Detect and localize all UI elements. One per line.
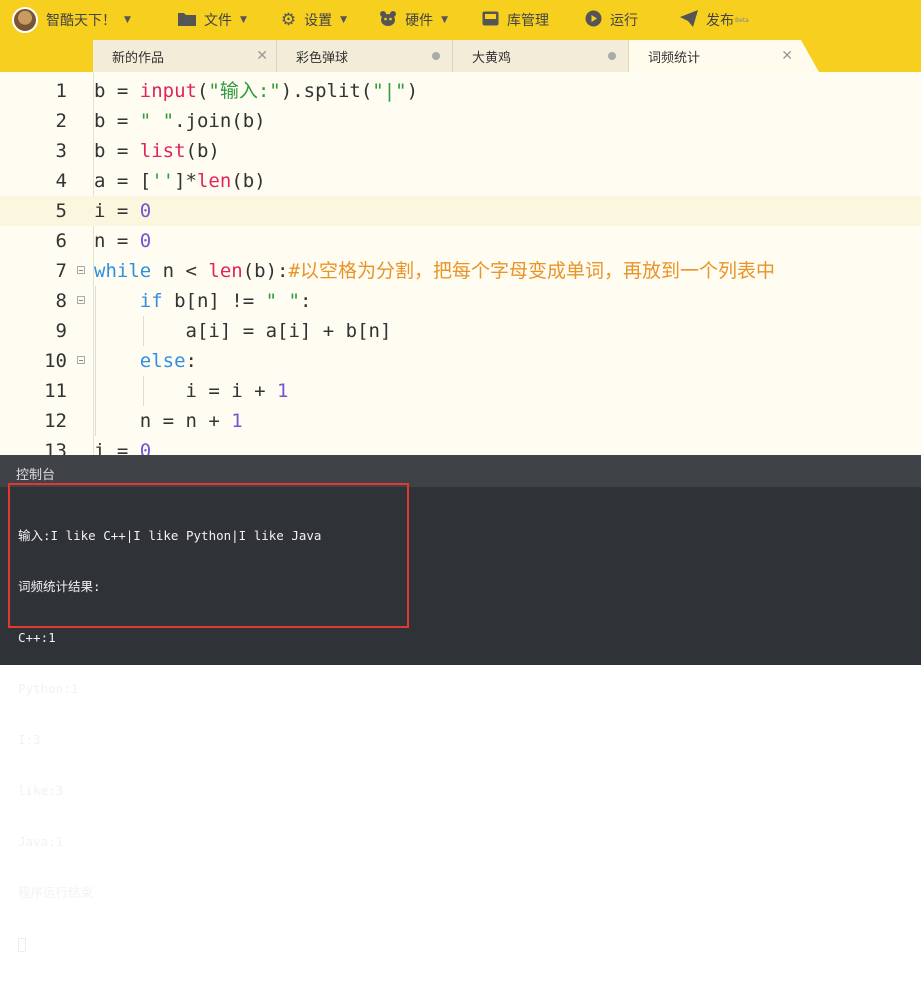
code-text: b = list(b): [94, 140, 220, 162]
code-line[interactable]: 10 else:: [0, 346, 921, 376]
code-text: i = 0: [94, 440, 152, 455]
robot-icon: [379, 10, 397, 30]
file-menu-label: 文件: [204, 13, 232, 29]
line-number: 4: [55, 170, 67, 192]
console-line: C++:1: [18, 630, 56, 645]
tab-label: 大黄鸡: [472, 50, 512, 66]
tab-label: 词频统计: [648, 50, 701, 66]
library-manager-button[interactable]: 库管理: [472, 0, 559, 40]
code-line[interactable]: 7 while n < len(b):#以空格为分割，把每个字母变成单词，再放到…: [0, 256, 921, 286]
close-icon[interactable]: ✕: [781, 48, 793, 64]
line-number: 7: [55, 260, 67, 282]
user-menu[interactable]: 智酷天下！ ▼: [0, 0, 146, 40]
line-number: 12: [44, 410, 67, 432]
chevron-down-icon: ▼: [340, 15, 348, 25]
line-number: 9: [55, 320, 67, 342]
publish-label: 发布: [706, 13, 735, 29]
fold-toggle-icon[interactable]: [77, 266, 85, 274]
library-manager-label: 库管理: [507, 13, 550, 29]
code-line[interactable]: 6 n = 0: [0, 226, 921, 256]
highlight-box: [8, 483, 409, 628]
hardware-menu-label: 硬件: [405, 13, 434, 29]
chevron-down-icon: ▼: [441, 15, 449, 25]
gear-icon: ⚙: [280, 9, 297, 30]
line-number: 2: [55, 110, 67, 132]
fold-toggle-icon[interactable]: [77, 296, 85, 304]
close-icon[interactable]: ✕: [256, 48, 268, 64]
code-line-current[interactable]: 5 i = 0: [0, 196, 921, 226]
inbox-icon: [482, 11, 499, 30]
line-number: 3: [55, 140, 67, 162]
file-menu[interactable]: 文件 ▼: [168, 0, 257, 40]
tab-word-frequency[interactable]: 词频统计 ✕: [629, 40, 801, 72]
beta-badge: Beta: [735, 16, 749, 24]
run-button[interactable]: 运行: [575, 0, 648, 40]
chevron-down-icon: ▼: [240, 15, 247, 25]
line-number: 5: [55, 200, 67, 222]
code-text: a = ['']*len(b): [94, 170, 266, 192]
line-number: 11: [44, 380, 67, 402]
text-cursor: [18, 937, 26, 952]
code-text: i = i + 1: [94, 380, 289, 402]
line-number: 1: [55, 80, 67, 102]
code-text: else:: [139, 350, 197, 372]
code-text: if b[n] != " ":: [139, 290, 312, 312]
run-label: 运行: [610, 13, 639, 29]
code-line[interactable]: 4 a = ['']*len(b): [0, 166, 921, 196]
unsaved-dot-icon[interactable]: [608, 52, 616, 60]
code-text: a[i] = a[i] + b[n]: [94, 320, 392, 342]
code-line[interactable]: 1 b = input("输入:").split("|"): [0, 76, 921, 106]
code-text: n = n + 1: [94, 410, 243, 432]
play-icon: [585, 10, 602, 31]
console-line: Python:1: [18, 681, 79, 696]
settings-menu-label: 设置: [304, 13, 333, 29]
code-line[interactable]: 8 if b[n] != " ":: [0, 286, 921, 316]
line-number: 8: [55, 290, 67, 312]
code-text: i = 0: [94, 200, 152, 222]
code-text: b = " ".join(b): [94, 110, 266, 132]
code-text: b = input("输入:").split("|"): [94, 80, 419, 102]
console-line: like:3: [18, 783, 64, 798]
tab-label: 彩色弹球: [296, 50, 349, 66]
folder-icon: [178, 11, 196, 30]
code-line[interactable]: 11 i = i + 1: [0, 376, 921, 406]
fold-toggle-icon[interactable]: [77, 356, 85, 364]
chevron-down-icon: ▼: [124, 15, 131, 25]
console-line: 程序运行结束: [18, 885, 94, 900]
hardware-menu[interactable]: 硬件 ▼: [369, 0, 458, 40]
tab-big-yellow-chicken[interactable]: 大黄鸡: [453, 40, 629, 72]
publish-button[interactable]: 发布 Beta: [670, 0, 759, 40]
top-toolbar: 智酷天下！ ▼ 文件 ▼ ⚙ 设置 ▼ 硬件 ▼ 库管理 运行 发布 Beta: [0, 0, 921, 40]
code-editor[interactable]: 1 b = input("输入:").split("|") 2 b = " ".…: [0, 72, 921, 455]
avatar: [12, 7, 38, 33]
tab-edge: [801, 40, 819, 72]
line-number: 10: [44, 350, 67, 372]
console-title: 控制台: [16, 468, 56, 483]
code-line[interactable]: 3 b = list(b): [0, 136, 921, 166]
console-line: Java:1: [18, 834, 64, 849]
settings-menu[interactable]: ⚙ 设置 ▼: [271, 0, 357, 40]
tab-bar: 新的作品 ✕ 彩色弹球 大黄鸡 词频统计 ✕: [0, 40, 921, 72]
tab-label: 新的作品: [112, 50, 165, 66]
code-text: while n < len(b):#以空格为分割，把每个字母变成单词，再放到一个…: [94, 260, 775, 282]
code-text: n = 0: [94, 230, 152, 252]
line-number: 6: [55, 230, 67, 252]
console-line: I:3: [18, 732, 41, 747]
code-line[interactable]: 9 a[i] = a[i] + b[n]: [0, 316, 921, 346]
user-label: 智酷天下！: [46, 13, 116, 29]
code-line[interactable]: 13 i = 0: [0, 436, 921, 455]
tab-new-work[interactable]: 新的作品 ✕: [93, 40, 277, 72]
tab-color-ball[interactable]: 彩色弹球: [277, 40, 453, 72]
code-line[interactable]: 2 b = " ".join(b): [0, 106, 921, 136]
code-line[interactable]: 12 n = n + 1: [0, 406, 921, 436]
console-input-line[interactable]: [18, 935, 321, 952]
unsaved-dot-icon[interactable]: [432, 52, 440, 60]
line-number: 13: [44, 440, 67, 455]
send-icon: [680, 9, 699, 31]
